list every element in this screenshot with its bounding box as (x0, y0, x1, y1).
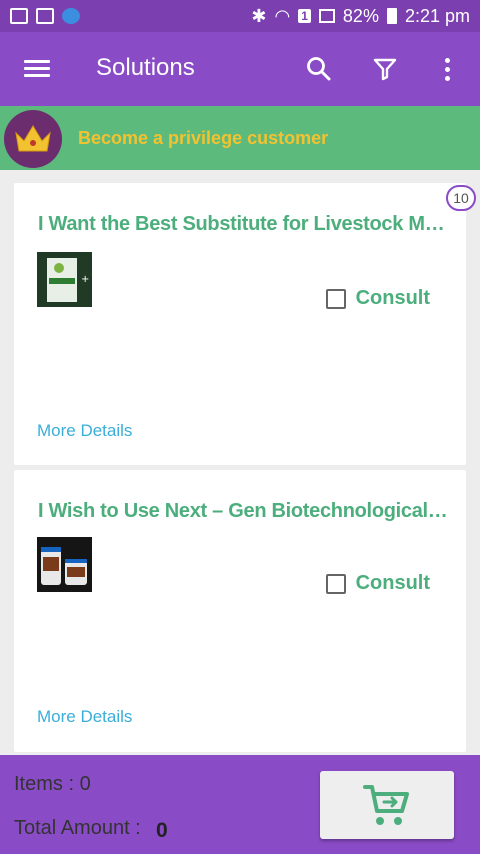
solution-title[interactable]: I Want the Best Substitute for Livestock… (38, 213, 448, 236)
privilege-banner[interactable]: Become a privilege customer (0, 106, 480, 170)
consult-label: Consult (355, 287, 430, 309)
signal-icon (318, 9, 335, 23)
app-notification-icon (62, 8, 80, 24)
cart-icon (363, 785, 409, 825)
more-details-link[interactable]: More Details (37, 707, 132, 727)
sim-slot-badge: 1 (298, 9, 311, 23)
list-item[interactable]: I Wish to Use Next – Gen Biotechnologica… (14, 470, 466, 752)
system-icons: ✱ ◠ 1 82% 2:21 pm (251, 6, 470, 27)
count-badge: 10 (446, 185, 476, 211)
more-vert-icon[interactable] (440, 56, 454, 84)
app-bar: Solutions (0, 32, 480, 106)
banner-text: Become a privilege customer (78, 128, 329, 148)
page-title: Solutions (96, 54, 195, 81)
battery-icon (386, 8, 397, 24)
battery-percent: 82% (342, 5, 379, 26)
consult-label: Consult (355, 572, 430, 594)
clock: 2:21 pm (404, 5, 470, 26)
checkbox-icon[interactable] (325, 288, 346, 309)
checkbox-icon[interactable] (325, 573, 346, 594)
search-icon[interactable] (306, 56, 332, 82)
total-amount-value: 0 (156, 819, 168, 842)
gmail-notification-icon (36, 8, 54, 24)
image-notification-icon (10, 8, 28, 24)
filter-icon[interactable] (372, 56, 398, 82)
cart-summary-bar: Items : 0 Total Amount : 0 (0, 755, 480, 854)
product-thumbnail: + (37, 252, 92, 307)
total-amount-label: Total Amount : (14, 817, 141, 839)
wifi-icon: ◠ (274, 5, 291, 26)
consult-checkbox[interactable]: Consult (325, 287, 430, 310)
status-bar: ✱ ◠ 1 82% 2:21 pm (0, 0, 480, 32)
cart-button[interactable] (320, 771, 454, 839)
list-item[interactable]: I Want the Best Substitute for Livestock… (14, 183, 466, 465)
more-details-link[interactable]: More Details (37, 421, 132, 441)
items-count: Items : 0 (14, 773, 91, 795)
product-thumbnail (37, 537, 92, 592)
svg-text:+: + (81, 274, 89, 285)
solution-title[interactable]: I Wish to Use Next – Gen Biotechnologica… (38, 500, 448, 523)
bluetooth-icon: ✱ (251, 5, 267, 26)
crown-icon (4, 110, 62, 168)
menu-icon[interactable] (24, 60, 50, 78)
notification-icons (10, 8, 80, 24)
consult-checkbox[interactable]: Consult (325, 572, 430, 595)
